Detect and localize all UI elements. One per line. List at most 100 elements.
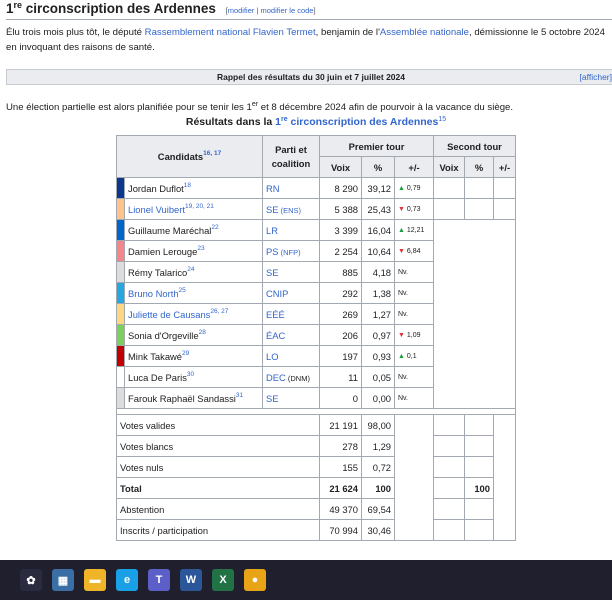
decrease-arrow-icon: ▼ bbox=[398, 247, 405, 255]
decrease-arrow-icon: ▼ bbox=[398, 331, 405, 339]
pct-t2 bbox=[464, 198, 494, 220]
candidate-name: Guillaume Maréchal22 bbox=[124, 219, 263, 241]
reference[interactable]: 22 bbox=[211, 224, 218, 231]
reference[interactable]: 24 bbox=[187, 266, 194, 273]
summary-pct: 1,29 bbox=[361, 435, 395, 457]
collapsible-results-2024[interactable]: Rappel des résultats du 30 juin et 7 jui… bbox=[6, 69, 612, 85]
caption-link[interactable]: 1re circonscription des Ardennes bbox=[275, 116, 438, 128]
reference[interactable]: 29 bbox=[182, 350, 189, 357]
decrease-arrow-icon: ▼ bbox=[398, 205, 405, 213]
summary-votes-t2 bbox=[433, 414, 465, 436]
candidate-row: Guillaume Maréchal22 LR 3 399 16,04 ▲ 12,21 bbox=[116, 219, 516, 409]
reference[interactable]: 19, 20, 21 bbox=[185, 203, 214, 210]
candidate-row: Jordan Duflot18 RN 8 290 39,12 ▲ 0,79 bbox=[116, 177, 516, 199]
reference[interactable]: 18 bbox=[184, 182, 191, 189]
heading-text: circonscription des Ardennes bbox=[22, 1, 216, 16]
party-cell[interactable]: SE bbox=[262, 387, 320, 409]
votes-t1: 0 bbox=[319, 387, 362, 409]
summary-votes: 49 370 bbox=[319, 498, 362, 520]
party-cell[interactable]: LO bbox=[262, 345, 320, 367]
pct-t1: 39,12 bbox=[361, 177, 395, 199]
summary-label: Inscrits / participation bbox=[116, 519, 320, 541]
modifier-link[interactable]: modifier bbox=[228, 6, 255, 15]
results-table: Candidats16, 17 Parti et coalition Premi… bbox=[116, 135, 516, 541]
reference[interactable]: 31 bbox=[236, 392, 243, 399]
show-toggle-link[interactable]: [afficher] bbox=[580, 72, 612, 82]
party-cell[interactable]: EÉÉ bbox=[262, 303, 320, 325]
word-icon[interactable]: W bbox=[180, 569, 202, 591]
party-cell[interactable]: RN bbox=[262, 177, 320, 199]
header-evo-2: +/- bbox=[493, 156, 516, 178]
pct-t1: 1,27 bbox=[361, 303, 395, 325]
increase-arrow-icon: ▲ bbox=[398, 226, 405, 234]
party-cell[interactable]: PS (NFP) bbox=[262, 240, 320, 262]
header-voix-2: Voix bbox=[433, 156, 465, 178]
reference[interactable]: 23 bbox=[197, 245, 204, 252]
caption-reference[interactable]: 15 bbox=[438, 116, 446, 123]
summary-row: Votes nuls 155 0,72 bbox=[116, 456, 516, 478]
party-color-bar bbox=[116, 345, 125, 367]
votes-t2 bbox=[433, 198, 465, 220]
summary-votes: 70 994 bbox=[319, 519, 362, 541]
party-color-bar bbox=[116, 324, 125, 346]
modifier-code-link[interactable]: modifier le code bbox=[261, 6, 314, 15]
party-color-bar bbox=[116, 282, 125, 304]
chrome-icon[interactable]: ● bbox=[244, 569, 266, 591]
summary-pct: 69,54 bbox=[361, 498, 395, 520]
evolution-t1: ▲ 0,1 bbox=[394, 345, 434, 367]
votes-t1: 885 bbox=[319, 261, 362, 283]
reference[interactable]: 26, 27 bbox=[210, 308, 228, 315]
summary-votes-t2 bbox=[433, 519, 465, 541]
votes-t1: 206 bbox=[319, 324, 362, 346]
summary-votes-t2 bbox=[433, 498, 465, 520]
pct-t2 bbox=[464, 177, 494, 199]
summary-evo-t2-empty bbox=[493, 414, 516, 541]
summary-pct: 98,00 bbox=[361, 414, 395, 436]
pct-t1: 16,04 bbox=[361, 219, 395, 241]
party-color-bar bbox=[116, 177, 125, 199]
party-cell[interactable]: LR bbox=[262, 219, 320, 241]
summary-label: Abstention bbox=[116, 498, 320, 520]
reference[interactable]: 25 bbox=[179, 287, 186, 294]
reference[interactable]: 30 bbox=[187, 371, 194, 378]
calculator-icon[interactable]: ▦ bbox=[52, 569, 74, 591]
summary-pct-t2 bbox=[464, 435, 494, 457]
link-assemblee-nationale[interactable]: Assemblée nationale bbox=[380, 27, 469, 38]
candidate-row: Lionel Vuibert19, 20, 21 SE (ENS) 5 388 25,… bbox=[116, 198, 516, 220]
candidate-name[interactable]: Bruno North25 bbox=[124, 282, 263, 304]
summary-votes-t2 bbox=[433, 456, 465, 478]
taskbar: ✿ ▦ ▬ e T W X ● bbox=[0, 560, 612, 600]
file-explorer-icon[interactable]: ▬ bbox=[84, 569, 106, 591]
party-color-bar bbox=[116, 303, 125, 325]
party-color-bar bbox=[116, 261, 125, 283]
party-cell[interactable]: CNIP bbox=[262, 282, 320, 304]
summary-pct-t2 bbox=[464, 456, 494, 478]
party-color-bar bbox=[116, 198, 125, 220]
start-icon[interactable]: ✿ bbox=[20, 569, 42, 591]
votes-t1: 269 bbox=[319, 303, 362, 325]
votes-t1: 5 388 bbox=[319, 198, 362, 220]
link-rassemblement-national[interactable]: Rassemblement national bbox=[145, 27, 251, 38]
edge-icon[interactable]: e bbox=[116, 569, 138, 591]
party-cell[interactable]: ÉAC bbox=[262, 324, 320, 346]
pct-t1: 25,43 bbox=[361, 198, 395, 220]
teams-icon[interactable]: T bbox=[148, 569, 170, 591]
excel-icon[interactable]: X bbox=[212, 569, 234, 591]
candidate-name: Jordan Duflot18 bbox=[124, 177, 263, 199]
party-cell[interactable]: SE (ENS) bbox=[262, 198, 320, 220]
candidate-name[interactable]: Juliette de Causans26, 27 bbox=[124, 303, 263, 325]
party-cell[interactable]: DEC (DNM) bbox=[262, 366, 320, 388]
summary-votes: 21 624 bbox=[319, 477, 362, 499]
candidate-name: Farouk Raphaël Sandassi31 bbox=[124, 387, 263, 409]
reference[interactable]: 28 bbox=[199, 329, 206, 336]
header-voix-1: Voix bbox=[319, 156, 362, 178]
candidate-name[interactable]: Lionel Vuibert19, 20, 21 bbox=[124, 198, 263, 220]
header-premier-tour: Premier tour bbox=[319, 135, 434, 157]
increase-arrow-icon: ▲ bbox=[398, 352, 405, 360]
candidate-name: Luca De Paris30 bbox=[124, 366, 263, 388]
link-flavien-termet[interactable]: Flavien Termet bbox=[253, 27, 316, 38]
summary-row: Total 21 624 100 100 bbox=[116, 477, 516, 499]
pct-t1: 0,05 bbox=[361, 366, 395, 388]
party-cell[interactable]: SE bbox=[262, 261, 320, 283]
summary-pct: 0,72 bbox=[361, 456, 395, 478]
